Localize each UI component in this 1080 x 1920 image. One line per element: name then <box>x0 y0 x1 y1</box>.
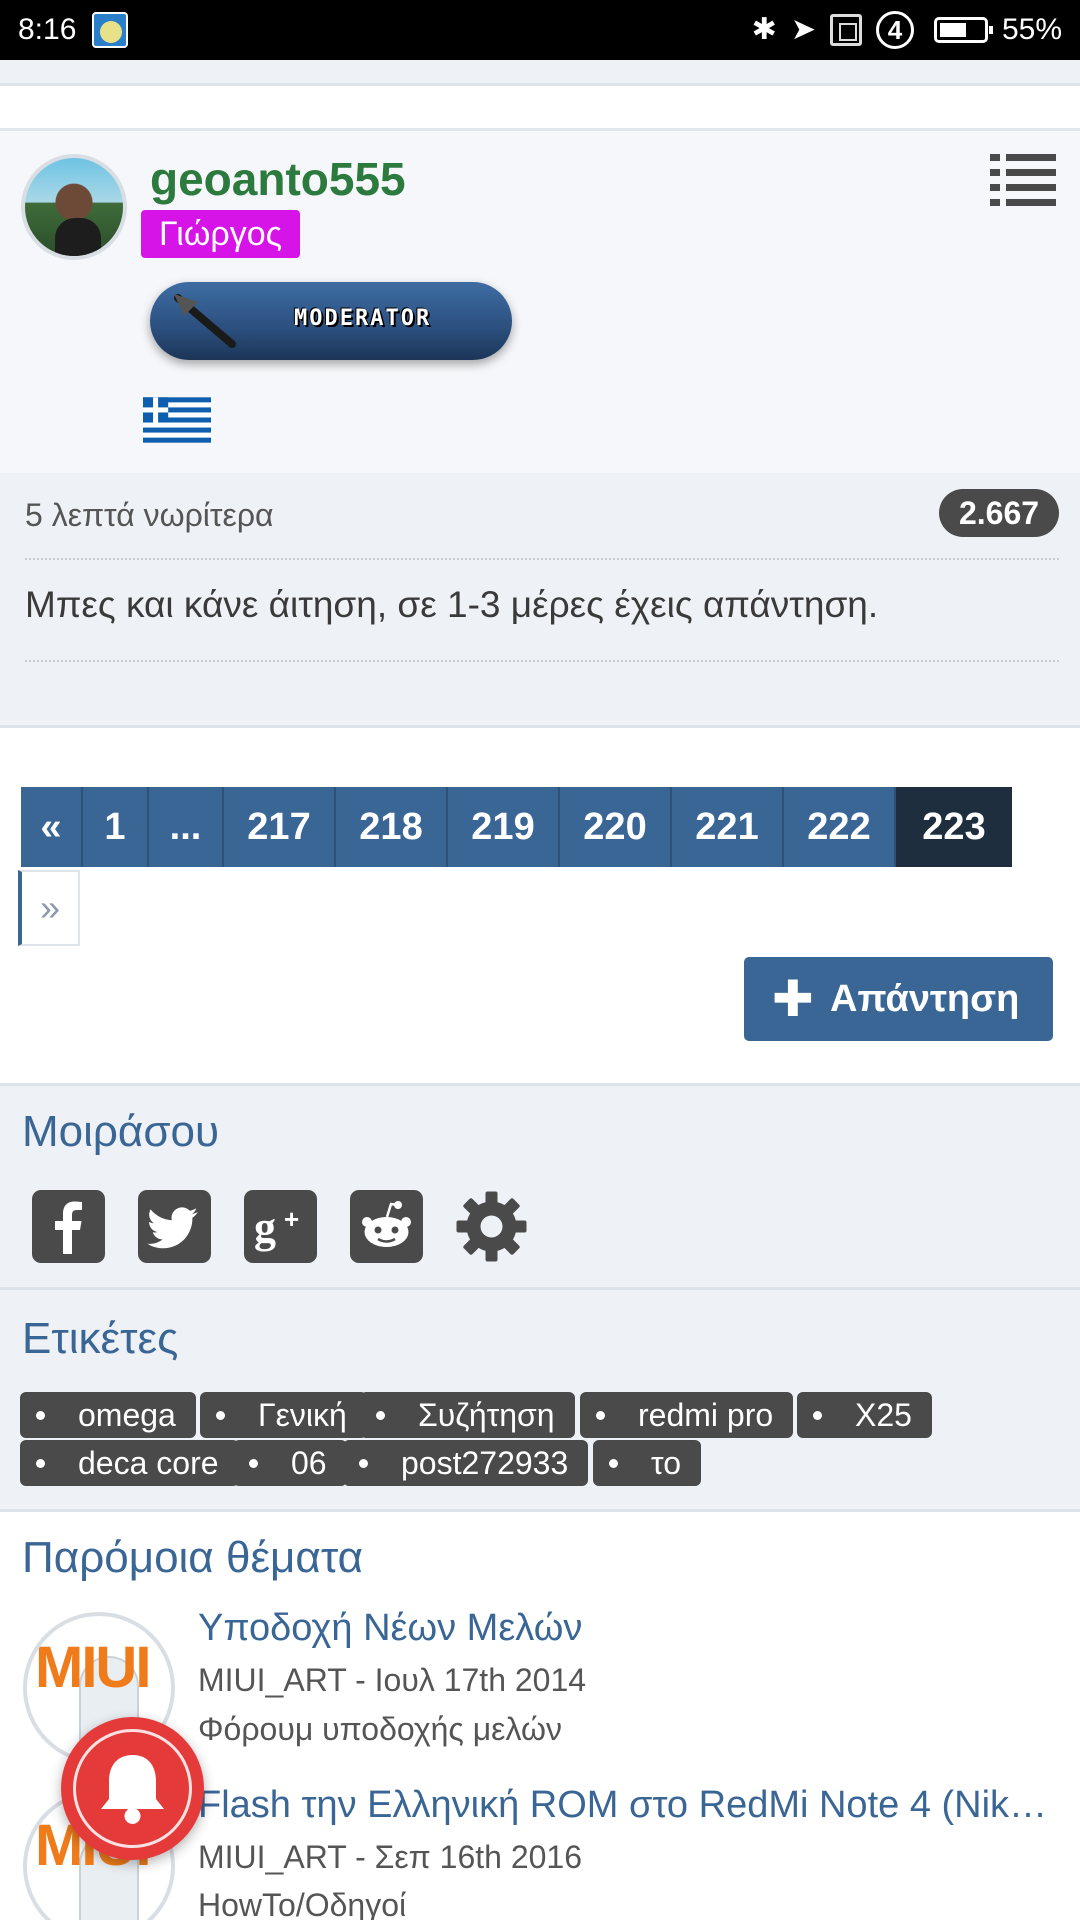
tag-item[interactable]: 06 <box>233 1440 347 1486</box>
thread-meta: MIUI_ART - Ιουλ 17th 2014 <box>198 1662 587 1698</box>
tag-item[interactable]: X25 <box>797 1392 932 1438</box>
spear-icon <box>174 294 236 348</box>
page-link[interactable]: 221 <box>672 787 784 867</box>
tag-item[interactable]: redmi pro <box>580 1392 794 1438</box>
bell-icon <box>101 1755 164 1824</box>
first-page-button[interactable]: « <box>21 787 83 867</box>
status-time: 8:16 <box>18 13 77 46</box>
previous-post-edge <box>0 60 1080 86</box>
tags-title: Ετικέτες <box>22 1314 179 1363</box>
gear-icon[interactable] <box>455 1190 528 1263</box>
status-bar: 8:16 ✱ ➤ 4 55% <box>0 0 1080 60</box>
share-title: Μοιράσου <box>22 1107 220 1156</box>
battery-percent: 55% <box>1001 13 1062 46</box>
thread-meta: MIUI_ART - Σεπ 16th 2016 <box>198 1839 582 1875</box>
notification-bell-button[interactable] <box>61 1717 204 1860</box>
bluetooth-icon: ✱ <box>751 13 777 46</box>
reply-button-label: Απάντηση <box>830 978 1020 1020</box>
page-link[interactable]: 219 <box>448 787 560 867</box>
post-separator <box>25 558 1059 560</box>
google-plus-icon[interactable]: g + <box>244 1190 317 1263</box>
next-page-button[interactable]: » <box>18 870 80 946</box>
tag-item[interactable]: Γενική <box>200 1392 367 1438</box>
vibrate-icon <box>829 14 862 46</box>
miui-logo: MIUI <box>35 1635 151 1700</box>
post-separator <box>25 660 1059 662</box>
user-avatar[interactable] <box>21 154 127 260</box>
thread-title-link[interactable]: Υποδοχή Νέων Μελών <box>198 1607 582 1650</box>
pagination: « 1 ... 217 218 219 220 221 222 223 <box>21 787 1012 867</box>
tag-item[interactable]: Συζήτηση <box>360 1392 575 1438</box>
thread-title-link[interactable]: Flash την Ελληνική ROM στο RedMi Note 4 … <box>198 1784 1047 1827</box>
svg-text:+: + <box>284 1204 299 1234</box>
tag-item[interactable]: post272933 <box>343 1440 589 1486</box>
page-link[interactable]: 1 <box>83 787 149 867</box>
reddit-icon[interactable] <box>350 1190 423 1263</box>
page-link[interactable]: 217 <box>224 787 336 867</box>
moderator-badge: MODERATOR <box>150 282 512 360</box>
post-username[interactable]: geoanto555 <box>150 152 406 206</box>
similar-threads-title: Παρόμοια θέματα <box>22 1533 364 1582</box>
plus-icon: ✚ <box>772 971 814 1027</box>
post-count-badge[interactable]: 2.667 <box>939 489 1059 537</box>
tag-item[interactable]: omega <box>20 1392 196 1438</box>
facebook-icon[interactable] <box>32 1190 105 1263</box>
moderator-badge-label: MODERATOR <box>294 306 432 331</box>
twitter-icon[interactable] <box>138 1190 211 1263</box>
reply-button[interactable]: ✚ Απάντηση <box>744 957 1053 1041</box>
page-ellipsis[interactable]: ... <box>149 787 224 867</box>
status-icons: ✱ ➤ 4 55% <box>752 10 1062 50</box>
tag-item[interactable]: deca core <box>20 1440 239 1486</box>
svg-text:g: g <box>254 1203 276 1252</box>
notification-app-icon <box>92 12 128 48</box>
thread-forum-link[interactable]: HowTo/Οδηγοί <box>198 1887 406 1920</box>
post-message: Μπες και κάνε άιτηση, σε 1-3 μέρες έχεις… <box>25 584 879 625</box>
page-link[interactable]: 220 <box>560 787 672 867</box>
location-arrow-icon: ➤ <box>790 13 816 46</box>
page-link[interactable]: 218 <box>336 787 448 867</box>
page-link[interactable]: 222 <box>784 787 896 867</box>
thread-forum-link[interactable]: Φόρουμ υποδοχής μελών <box>198 1711 562 1748</box>
battery-icon <box>933 17 993 43</box>
tag-item[interactable]: το <box>593 1440 701 1486</box>
post-timestamp[interactable]: 5 λεπτά νωρίτερα <box>25 497 274 534</box>
network-4g-icon: 4 <box>875 11 914 49</box>
current-page[interactable]: 223 <box>896 787 1012 867</box>
user-title-badge: Γιώργος <box>141 210 301 258</box>
post-menu-icon[interactable] <box>990 154 1056 206</box>
greece-flag-icon <box>143 397 211 443</box>
